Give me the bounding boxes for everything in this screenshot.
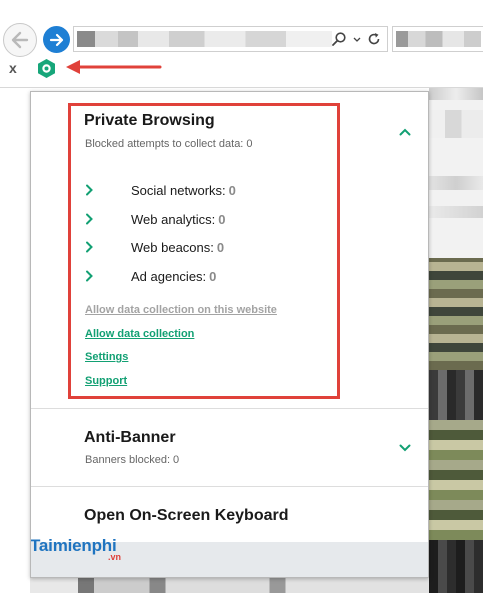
forward-arrow-icon bbox=[49, 33, 63, 46]
chevron-down-icon[interactable] bbox=[399, 444, 411, 452]
stat-label: Web beacons: bbox=[131, 240, 214, 255]
stat-ad-agencies[interactable]: Ad agencies: 0 bbox=[85, 269, 305, 285]
page-background-blurred bbox=[429, 88, 483, 593]
private-browsing-title[interactable]: Private Browsing bbox=[84, 112, 215, 130]
browser-tab[interactable] bbox=[392, 26, 483, 52]
refresh-icon[interactable] bbox=[367, 31, 381, 47]
chevron-right-icon bbox=[86, 241, 93, 253]
private-browsing-section: Private Browsing Blocked attempts to col… bbox=[31, 92, 428, 408]
support-link[interactable]: Support bbox=[85, 375, 127, 387]
chevron-right-icon bbox=[86, 184, 93, 196]
stat-value: 0 bbox=[216, 240, 225, 255]
open-on-screen-keyboard-button[interactable]: Open On-Screen Keyboard bbox=[84, 507, 289, 525]
stat-web-beacons[interactable]: Web beacons: 0 bbox=[85, 240, 305, 256]
page-background-bottom-blurred bbox=[30, 578, 429, 593]
chevron-right-icon bbox=[86, 270, 93, 282]
chevron-down-icon[interactable] bbox=[353, 31, 361, 47]
kaspersky-extension-icon[interactable] bbox=[36, 58, 57, 79]
settings-link[interactable]: Settings bbox=[85, 351, 128, 363]
stat-label: Ad agencies: bbox=[131, 269, 207, 284]
address-url-blurred bbox=[77, 31, 332, 47]
watermark-logo: Taimienphi bbox=[30, 536, 117, 555]
kaspersky-popup-panel: Private Browsing Blocked attempts to col… bbox=[30, 91, 429, 578]
chevron-up-icon[interactable] bbox=[399, 128, 411, 136]
back-arrow-icon bbox=[11, 31, 29, 49]
browser-toolbar: x bbox=[0, 0, 483, 88]
stat-value: 0 bbox=[209, 269, 217, 284]
allow-site-data-collection-link[interactable]: Allow data collection on this website bbox=[85, 304, 277, 316]
address-bar[interactable] bbox=[73, 26, 388, 52]
anti-banner-subtitle: Banners blocked: 0 bbox=[85, 454, 180, 466]
back-button[interactable] bbox=[3, 23, 37, 57]
section-divider bbox=[31, 408, 428, 409]
pointer-arrow-annotation bbox=[66, 60, 162, 74]
chevron-right-icon bbox=[86, 213, 93, 225]
stat-social-networks[interactable]: Social networks: 0 bbox=[85, 183, 305, 199]
watermark-suffix: .vn bbox=[108, 552, 122, 562]
stat-label: Social networks: bbox=[131, 183, 226, 198]
allow-data-collection-link[interactable]: Allow data collection bbox=[85, 328, 194, 340]
search-icon[interactable] bbox=[331, 31, 347, 47]
tab-title-blurred bbox=[396, 31, 481, 47]
close-toolbar-button[interactable]: x bbox=[9, 60, 17, 76]
stat-web-analytics[interactable]: Web analytics: 0 bbox=[85, 212, 305, 228]
stat-value: 0 bbox=[228, 183, 236, 198]
forward-button[interactable] bbox=[43, 26, 70, 53]
stat-label: Web analytics: bbox=[131, 212, 216, 227]
stat-value: 0 bbox=[218, 212, 226, 227]
private-browsing-subtitle: Blocked attempts to collect data: 0 bbox=[85, 138, 253, 150]
section-divider bbox=[31, 486, 428, 487]
anti-banner-title[interactable]: Anti-Banner bbox=[84, 429, 176, 447]
